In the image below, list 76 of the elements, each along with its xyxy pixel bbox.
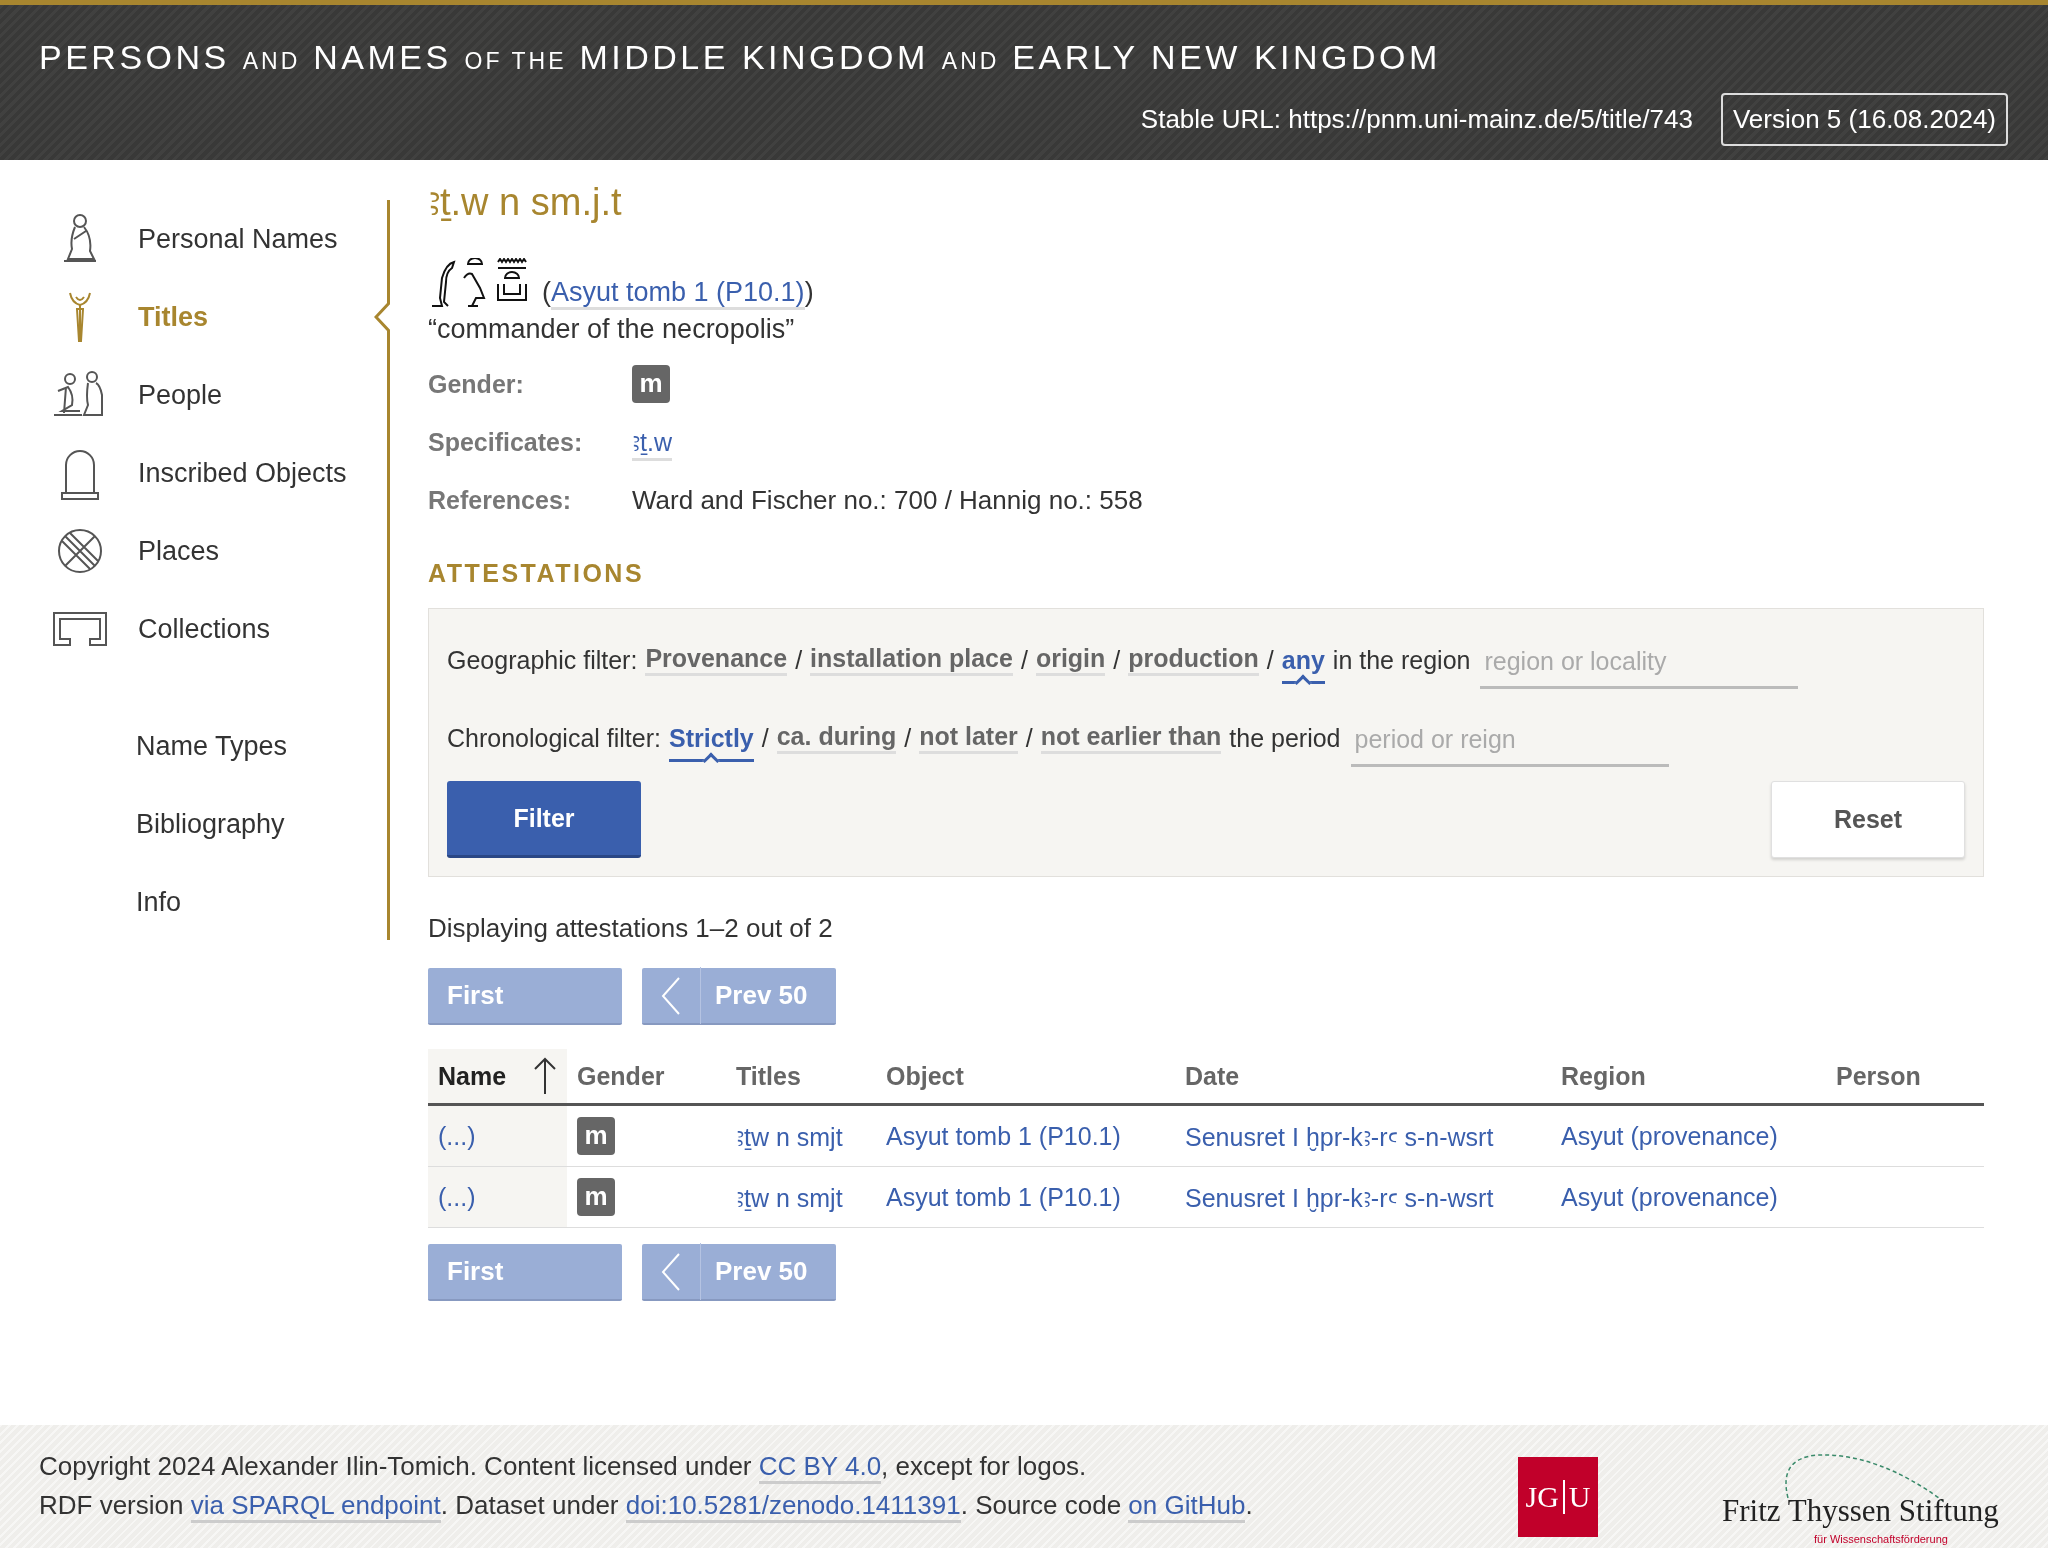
sidebar-item[interactable]: Inscribed Objects (0, 434, 387, 512)
title-link[interactable]: ꜣṯw n smjt (736, 1123, 843, 1151)
section-heading: ATTESTATIONS (428, 559, 646, 588)
chevron-left-icon (661, 1251, 681, 1292)
separator-text: / (761, 723, 769, 753)
sidebar-item[interactable]: Personal Names (0, 200, 387, 278)
footer-text: Copyright 2024 Alexander Ilin-Tomich. Content licensed under CC BY 4.0, except for logos. (39, 1447, 1253, 1486)
filter-option[interactable]: installation place (810, 644, 1013, 676)
stable-url: Stable URL: https://pnm.uni-mainz.de/5/title/743 (1140, 104, 1693, 135)
filter-option[interactable]: Provenance (645, 644, 788, 676)
site-title: PERSONS AND NAMES OF THE MIDDLE KINGDOM AND EARLY NEW KINGDOM (39, 37, 1441, 78)
field-value: Ward and Fischer no.: 700 / Hannig no.: 558 (632, 484, 1143, 516)
filter-option[interactable]: not earlier than (1040, 722, 1222, 754)
object-link[interactable]: Asyut tomb 1 (P10.1) (886, 1182, 1121, 1211)
filter-option[interactable]: production (1128, 644, 1259, 676)
footer-link[interactable]: CC BY 4.0 (758, 1451, 882, 1484)
column-header[interactable]: Name (428, 1049, 567, 1105)
object-link[interactable]: Asyut tomb 1 (P10.1) (886, 1121, 1121, 1150)
filter-text: the period (1229, 723, 1341, 753)
separator-text: / (1266, 645, 1274, 675)
source-citation: (Asyut tomb 1 (P10.1)) (542, 277, 814, 308)
gender-badge: m (577, 1117, 615, 1155)
sidebar-link[interactable]: Name Types (0, 707, 387, 785)
field-label: References: (428, 485, 573, 515)
filter-option[interactable]: not later (919, 722, 1018, 754)
filter-input[interactable]: region or locality (1480, 643, 1799, 689)
gender-badge: m (577, 1178, 615, 1216)
specificate-link[interactable]: ꜣṯ.w (632, 423, 672, 461)
reset-button[interactable]: Reset (1771, 781, 1965, 858)
filter-label: Chronological filter: (447, 723, 661, 753)
column-header[interactable]: Person (1826, 1049, 1984, 1105)
filter-label: Geographic filter: (447, 645, 638, 675)
object-link[interactable]: Asyut tomb 1 (P10.1) (551, 277, 805, 310)
title-heading: ꜣṯ.w n sm.j.t (428, 180, 623, 225)
filter-button[interactable]: Filter (447, 781, 641, 858)
separator-text: / (1020, 645, 1028, 675)
column-header[interactable]: Region (1551, 1049, 1826, 1105)
footer-link[interactable]: on GitHub (1128, 1490, 1246, 1523)
footer-link[interactable]: via SPARQL endpoint (190, 1490, 441, 1523)
sort-arrow-up-icon (533, 1056, 557, 1096)
name-link[interactable]: (...) (438, 1121, 476, 1150)
name-link[interactable]: (...) (438, 1182, 476, 1211)
version-label: Version 5 (16.08.2024) (1720, 93, 2008, 146)
filter-option[interactable]: origin (1035, 644, 1106, 676)
sidebar-item[interactable]: People (0, 356, 387, 434)
field-label: Gender: (428, 369, 525, 399)
region-link[interactable]: Asyut (provenance) (1561, 1182, 1778, 1211)
region-link[interactable]: Asyut (provenance) (1561, 1121, 1778, 1150)
filter-option[interactable]: ca. during (776, 722, 897, 754)
column-header[interactable]: Object (876, 1049, 1175, 1105)
chevron-left-icon (661, 975, 681, 1016)
field-label: Specificates: (428, 427, 584, 457)
footer-link[interactable]: doi:10.5281/zenodo.1411391 (625, 1490, 961, 1523)
foundation-logo: Fritz Thyssen Stiftung für Wissenschaftsförderung (1718, 1453, 2018, 1548)
separator-text: / (795, 645, 803, 675)
filter-input[interactable]: period or reign (1350, 721, 1669, 767)
sidebar-item[interactable]: Collections (0, 590, 387, 668)
sidebar-link[interactable]: Info (0, 863, 387, 941)
column-header[interactable]: Gender (567, 1049, 726, 1105)
sidebar-item[interactable]: Titles (0, 278, 387, 356)
date-link[interactable]: Senusret I ḫpr-kꜣ-rꜥ s-n-wsrt (1185, 1123, 1494, 1151)
column-header[interactable]: Titles (726, 1049, 876, 1105)
separator-text: / (904, 723, 912, 753)
results-summary: Displaying attestations 1–2 out of 2 (428, 913, 834, 944)
separator-text: / (1025, 723, 1033, 753)
sidebar-link[interactable]: Bibliography (0, 785, 387, 863)
sidebar-item[interactable]: Places (0, 512, 387, 590)
footer-text: RDF version via SPARQL endpoint. Dataset under doi:10.5281/zenodo.1411391. Source code on GitHub. (39, 1486, 1253, 1525)
title-link[interactable]: ꜣṯw n smjt (736, 1184, 843, 1212)
university-logo: JG U (1518, 1457, 1598, 1537)
gender-badge: m (632, 365, 670, 403)
title-translation: “commander of the necropolis” (428, 314, 796, 345)
date-link[interactable]: Senusret I ḫpr-kꜣ-rꜥ s-n-wsrt (1185, 1184, 1494, 1212)
separator-text: / (1113, 645, 1121, 675)
column-header[interactable]: Date (1175, 1049, 1551, 1105)
filter-text: in the region (1332, 645, 1471, 675)
